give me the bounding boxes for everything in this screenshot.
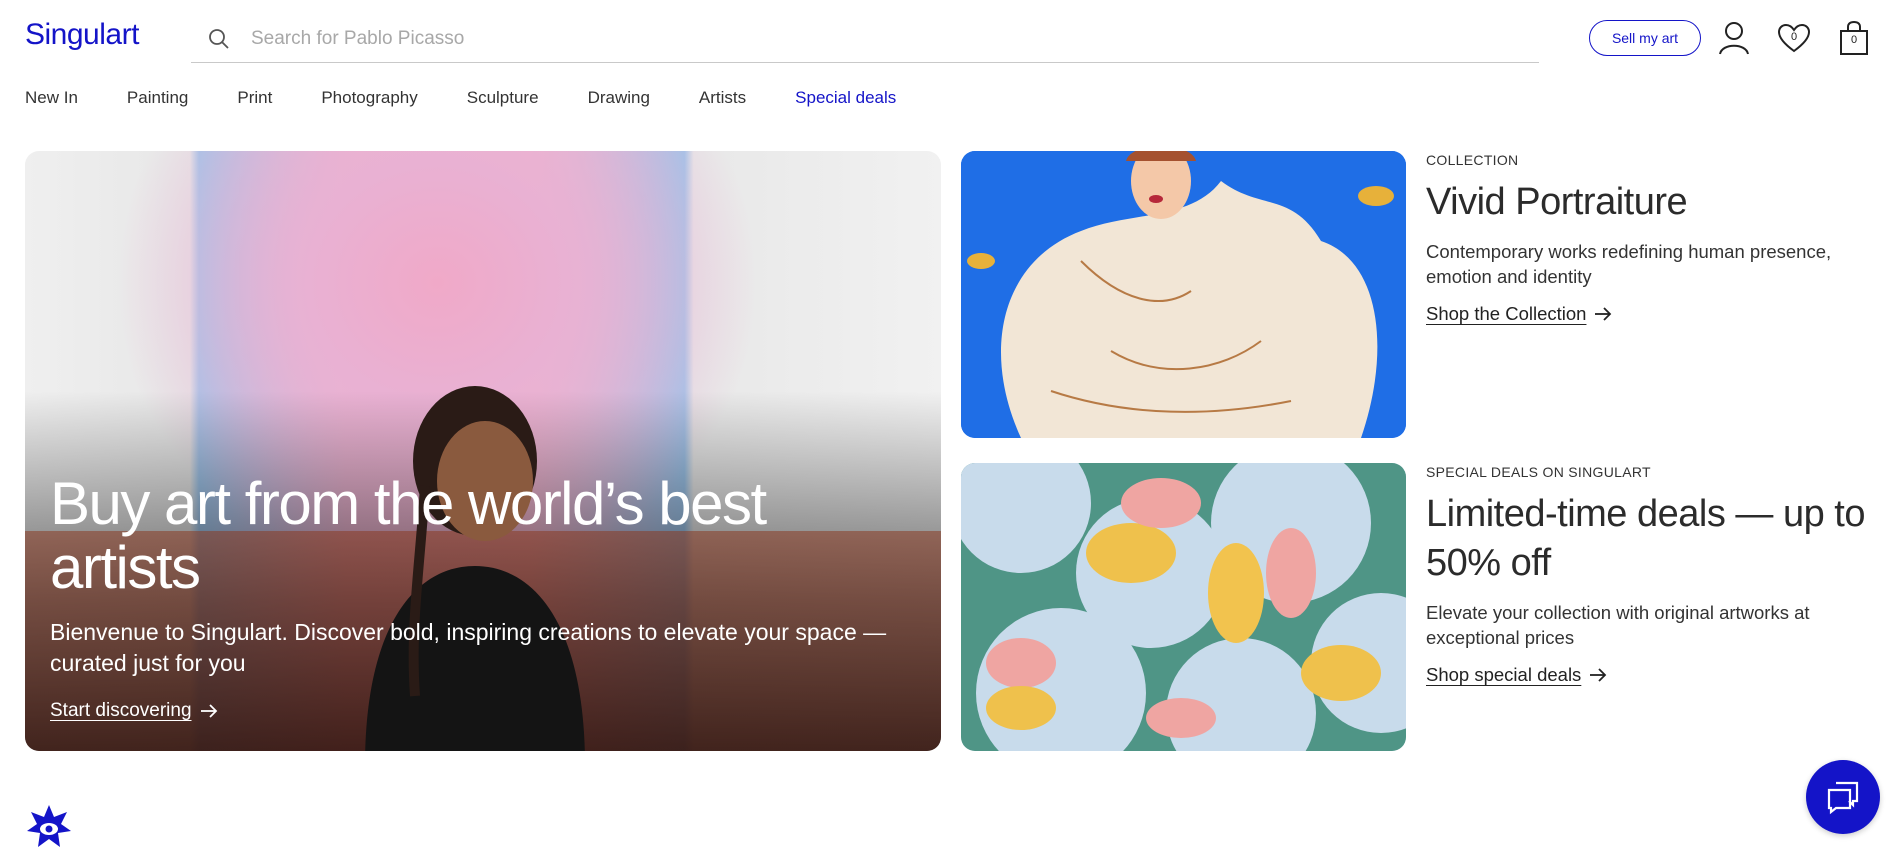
nav-new-in[interactable]: New In [25, 88, 78, 108]
shop-collection-link[interactable]: Shop the Collection [1426, 303, 1886, 325]
hero-subtitle: Bienvenue to Singulart. Discover bold, i… [50, 619, 887, 676]
sell-my-art-button[interactable]: Sell my art [1589, 20, 1701, 56]
search-icon [209, 29, 229, 49]
cart-button[interactable]: 0 [1834, 18, 1874, 58]
nav-drawing[interactable]: Drawing [588, 88, 650, 108]
special-deals-card: SPECIAL DEALS ON SINGULART Limited-time … [1426, 464, 1886, 686]
chat-button[interactable] [1806, 760, 1880, 834]
collection-card: COLLECTION Vivid Portraiture Contemporar… [1426, 152, 1886, 325]
hero-banner[interactable]: Buy art from the world’s best artists Bi… [25, 151, 941, 751]
nav-sculpture[interactable]: Sculpture [467, 88, 539, 108]
arrow-right-icon [1595, 307, 1612, 321]
main-nav: New In Painting Print Photography Sculpt… [25, 88, 945, 108]
chat-icon [1827, 781, 1859, 815]
account-button[interactable] [1714, 18, 1754, 58]
portrait-artwork [961, 151, 1406, 438]
start-discovering-link[interactable]: Start discovering [50, 700, 218, 722]
collection-description: Contemporary works redefining human pres… [1426, 241, 1832, 287]
singulart-logo[interactable]: Singulart [25, 18, 139, 52]
special-deals-image[interactable] [961, 463, 1406, 751]
shop-special-deals-label: Shop special deals [1426, 664, 1582, 685]
special-deals-description: Elevate your collection with original ar… [1426, 602, 1810, 648]
special-deals-title: Limited-time deals — up to 50% off [1426, 493, 1865, 584]
nav-special-deals[interactable]: Special deals [795, 88, 896, 108]
abstract-artwork [961, 463, 1406, 751]
accessibility-badge[interactable] [25, 803, 73, 851]
nav-print[interactable]: Print [237, 88, 272, 108]
vivid-portraiture-image[interactable] [961, 151, 1406, 438]
nav-artists[interactable]: Artists [699, 88, 746, 108]
start-discovering-label: Start discovering [50, 700, 192, 721]
site-header: Singulart Sell my art 0 0 [0, 0, 1898, 80]
eye-star-icon [27, 805, 71, 847]
arrow-right-icon [1590, 668, 1607, 682]
search-bar[interactable] [191, 16, 1539, 63]
hero-title: Buy art from the world’s best artists [50, 470, 767, 601]
nav-painting[interactable]: Painting [127, 88, 188, 108]
wishlist-count: 0 [1790, 31, 1798, 43]
search-input[interactable] [251, 28, 1451, 50]
user-icon [1719, 22, 1749, 55]
cart-count: 0 [1850, 34, 1858, 46]
collection-title: Vivid Portraiture [1426, 181, 1688, 223]
shop-collection-label: Shop the Collection [1426, 303, 1587, 324]
special-deals-eyebrow: SPECIAL DEALS ON SINGULART [1426, 464, 1651, 480]
collection-eyebrow: COLLECTION [1426, 152, 1519, 168]
shop-special-deals-link[interactable]: Shop special deals [1426, 664, 1886, 686]
arrow-right-icon [200, 704, 217, 718]
wishlist-button[interactable]: 0 [1774, 18, 1814, 58]
nav-photography[interactable]: Photography [321, 88, 417, 108]
